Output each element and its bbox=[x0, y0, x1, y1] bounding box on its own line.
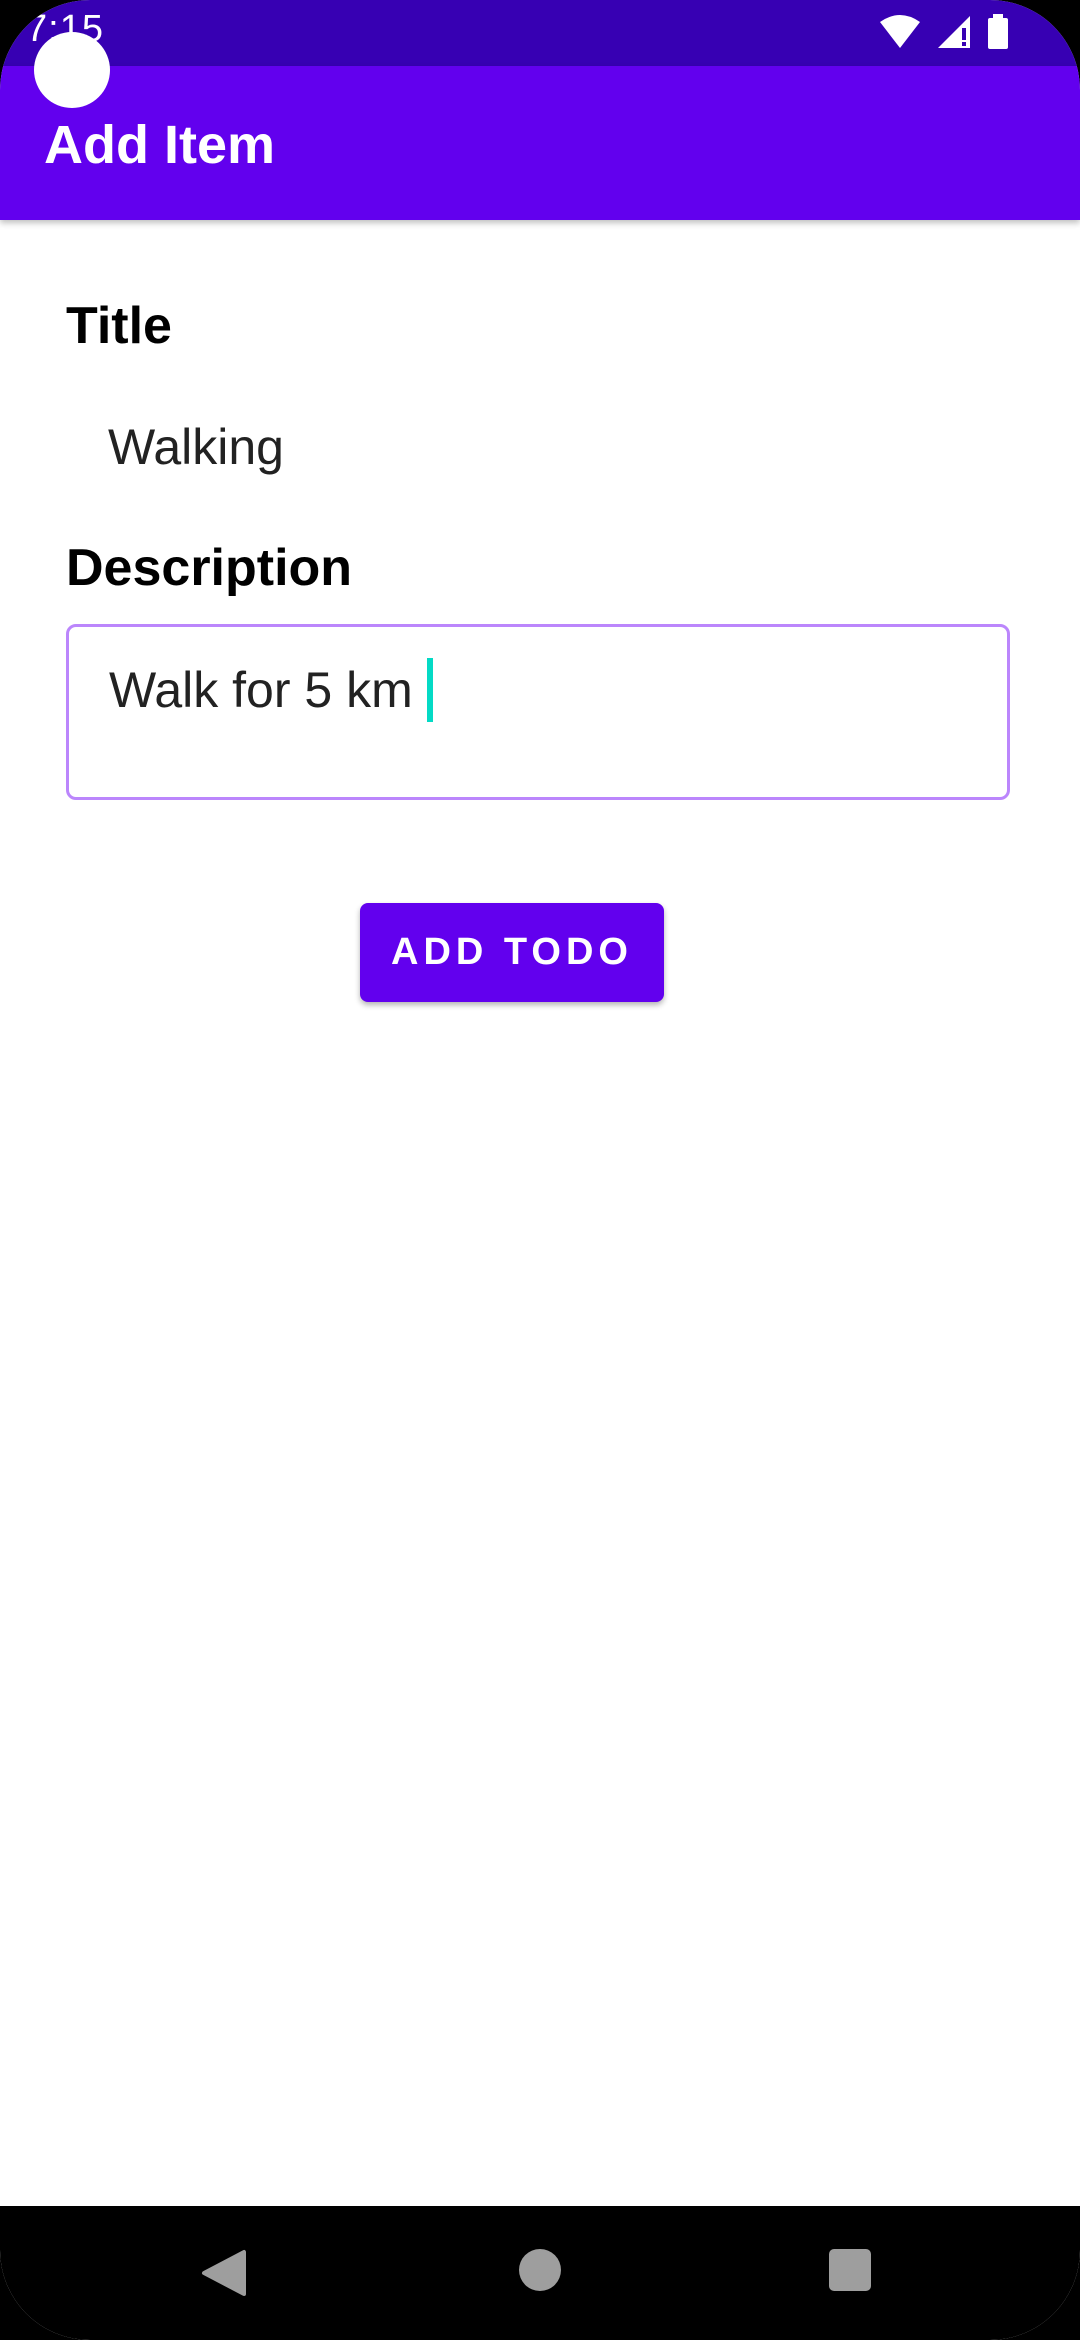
description-input[interactable]: Walk for 5 km bbox=[66, 624, 1010, 800]
wifi-icon bbox=[878, 14, 922, 50]
app-bar: Add Item bbox=[0, 66, 1080, 220]
status-bar: 7:15 bbox=[0, 0, 1080, 66]
phone-screen: 7:15 Add Item Title Walking Description … bbox=[0, 0, 1080, 2340]
camera-cutout bbox=[34, 32, 110, 108]
description-value: Walk for 5 km bbox=[109, 662, 413, 718]
home-icon[interactable] bbox=[518, 2248, 562, 2297]
battery-icon bbox=[986, 14, 1010, 50]
description-label: Description bbox=[66, 539, 353, 597]
title-input[interactable]: Walking bbox=[108, 418, 284, 476]
back-icon[interactable] bbox=[200, 2248, 248, 2303]
navigation-bar bbox=[0, 2206, 1080, 2340]
recents-icon[interactable] bbox=[828, 2248, 872, 2297]
app-bar-title: Add Item bbox=[44, 115, 276, 175]
add-todo-button[interactable]: ADD TODO bbox=[360, 903, 664, 1002]
status-icons bbox=[878, 14, 1010, 50]
signal-icon bbox=[936, 14, 972, 50]
description-value-container: Walk for 5 km bbox=[109, 657, 433, 726]
title-label: Title bbox=[66, 297, 172, 355]
text-cursor bbox=[426, 657, 433, 722]
